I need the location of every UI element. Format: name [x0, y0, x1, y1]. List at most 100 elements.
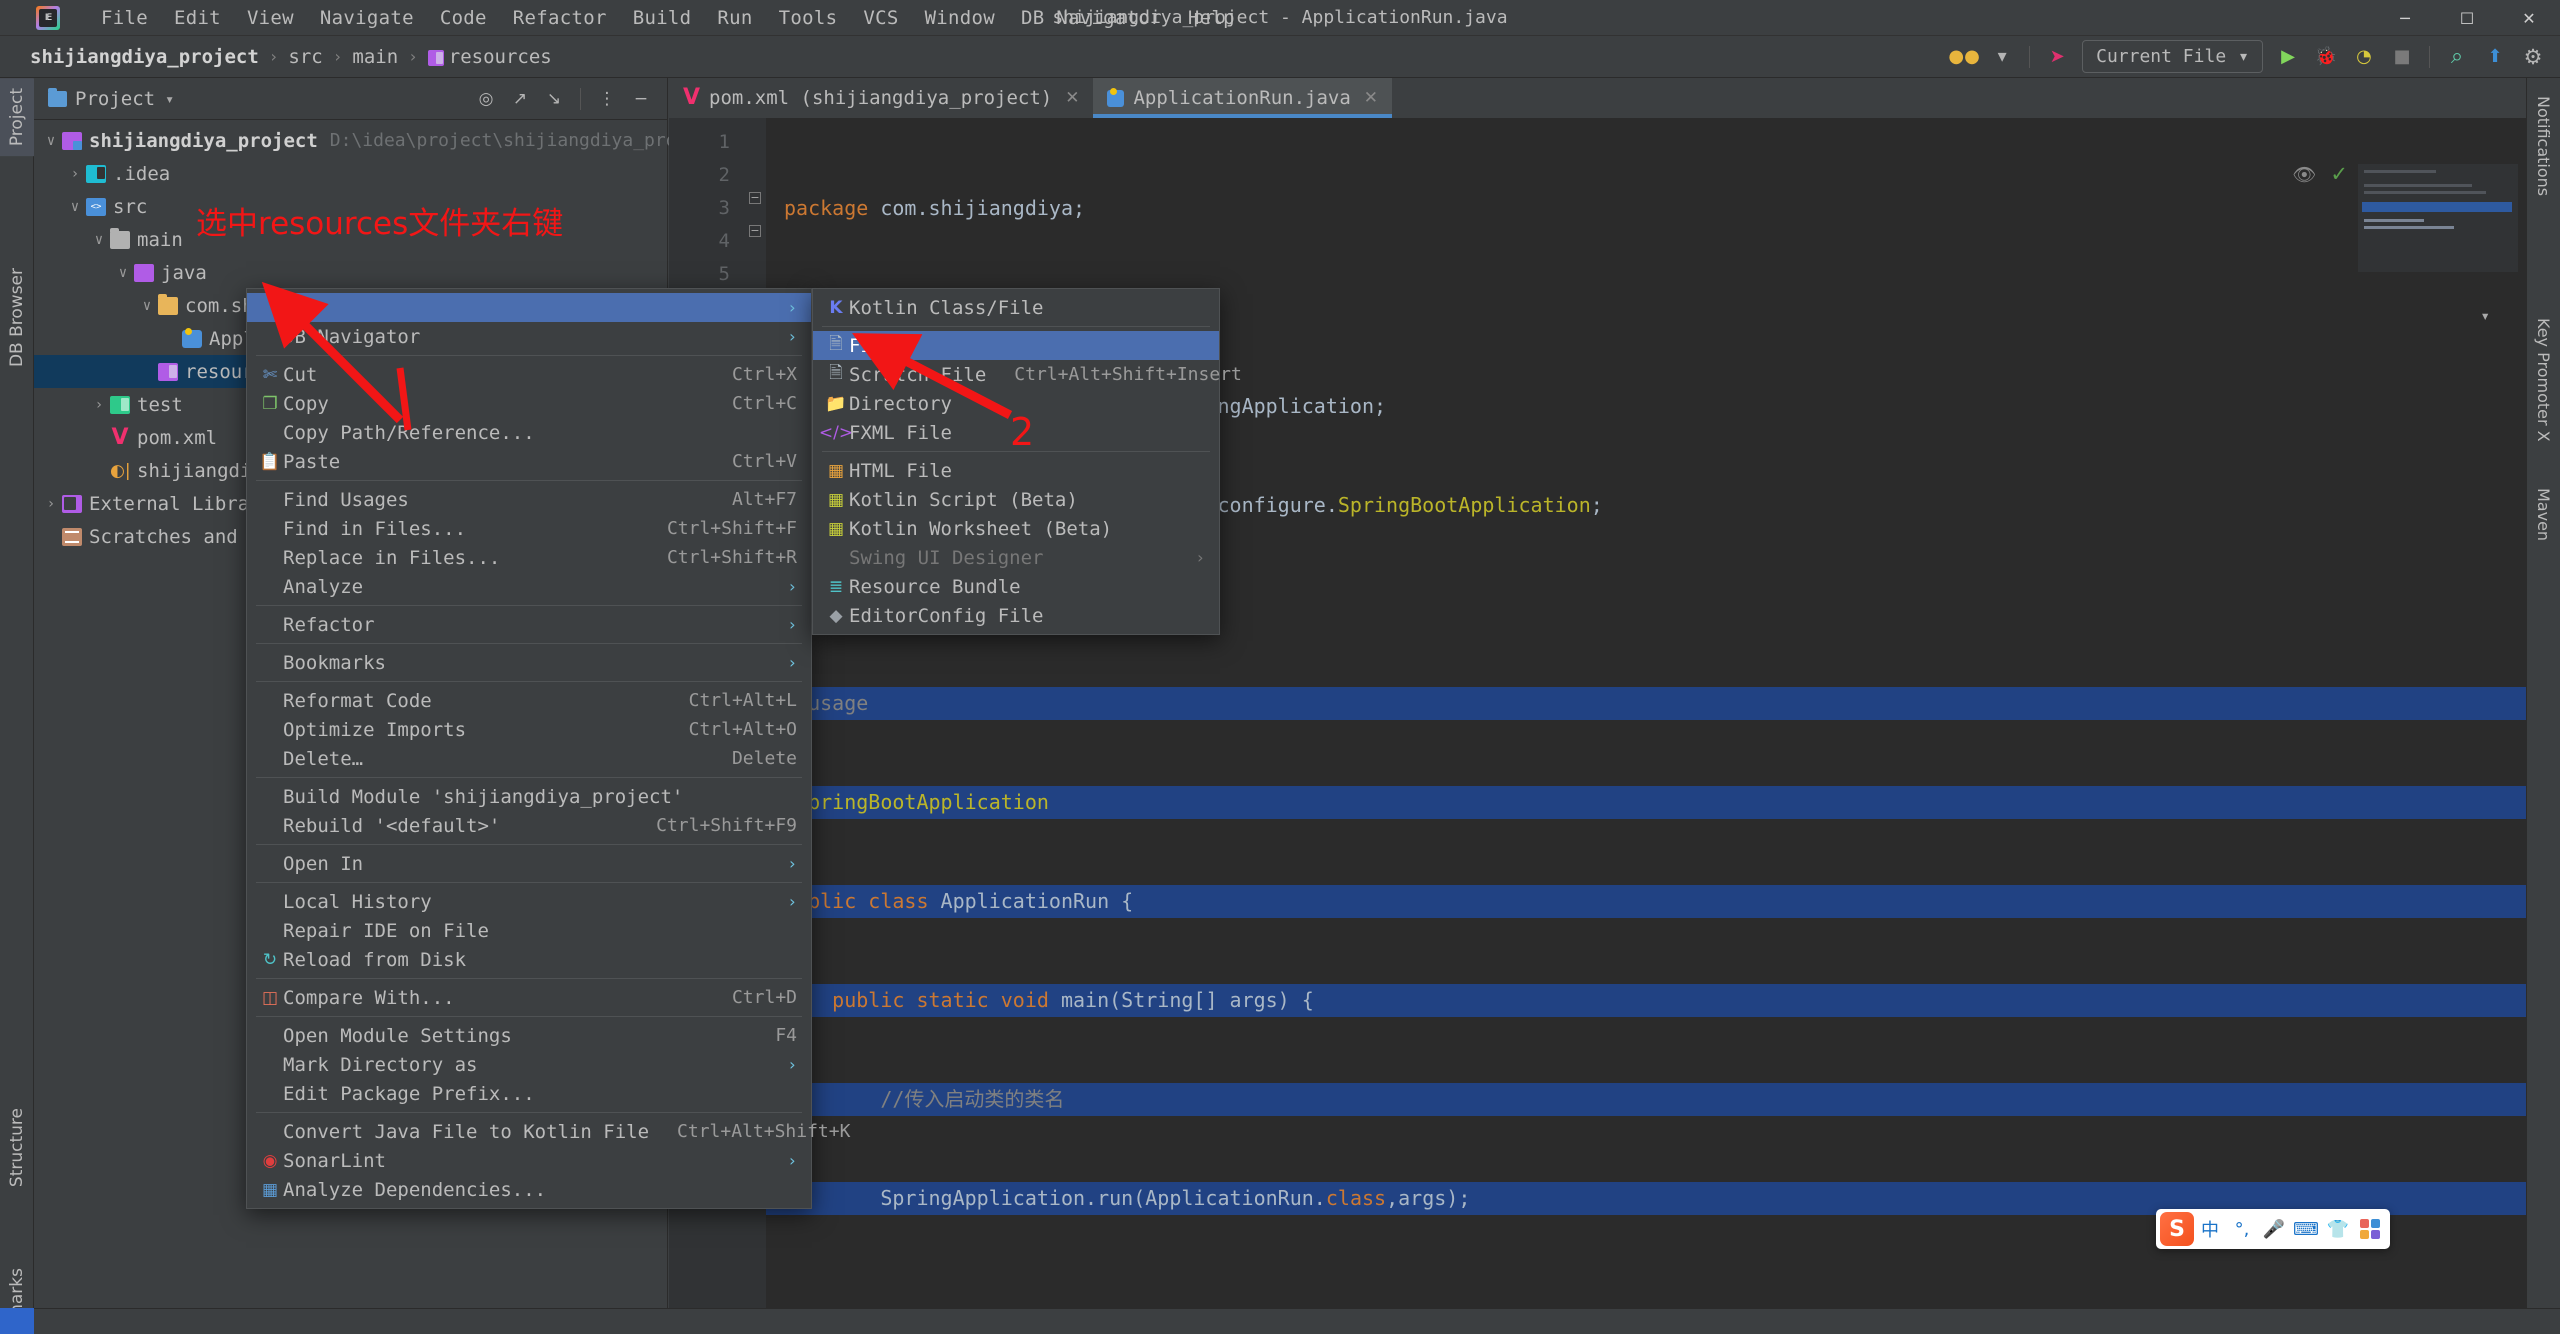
sidebar-item-key-promoter[interactable]: Key Promoter X	[2526, 308, 2560, 452]
menu-item-build-module[interactable]: Build Module 'shijiangdiya_project'	[247, 782, 811, 811]
menu-item-analyze[interactable]: Analyze ›	[247, 572, 811, 601]
menu-item-copy-path[interactable]: Copy Path/Reference...	[247, 418, 811, 447]
menu-item-local-history[interactable]: Local History ›	[247, 887, 811, 916]
skin-icon[interactable]: 👕	[2322, 1213, 2354, 1245]
menu-item-reload-from-disk[interactable]: ↻ Reload from Disk	[247, 945, 811, 974]
submenu-item-scratch-file[interactable]: 🗎 Scratch File Ctrl+Alt+Shift+Insert	[813, 360, 1242, 389]
sidebar-item-structure[interactable]: Structure	[0, 1098, 35, 1197]
editor-minimap[interactable]: ▾	[2356, 158, 2526, 1334]
menu-edit[interactable]: Edit	[161, 4, 234, 32]
menu-navigate[interactable]: Navigate	[307, 4, 427, 32]
context-menu[interactable]: New › DB Navigator › ✄ Cut Ctrl+X ❐ Copy…	[246, 288, 850, 1209]
menu-item-sonarlint[interactable]: ◉ SonarLint ›	[247, 1146, 811, 1175]
menu-item-refactor[interactable]: Refactor ›	[247, 610, 811, 639]
submenu-item-editorconfig-file[interactable]: ◆ EditorConfig File	[813, 601, 1219, 630]
expand-all-icon[interactable]: ↗	[504, 83, 536, 115]
menu-item-rebuild[interactable]: Rebuild '<default>' Ctrl+Shift+F9	[247, 811, 811, 840]
window-controls[interactable]: ─ ☐ ✕	[2374, 0, 2560, 36]
chevron-down-icon[interactable]: ▾	[2480, 306, 2490, 325]
twisty-icon[interactable]: ∨	[40, 133, 62, 149]
breadcrumb-main[interactable]: main	[344, 44, 406, 70]
apps-grid-icon[interactable]	[2354, 1213, 2386, 1245]
menu-file[interactable]: File	[88, 4, 161, 32]
breadcrumb[interactable]: shijiangdiya_project › src › main › reso…	[22, 44, 560, 70]
menu-item-copy[interactable]: ❐ Copy Ctrl+C	[247, 389, 811, 418]
menu-item-cut[interactable]: ✄ Cut Ctrl+X	[247, 360, 811, 389]
run-button[interactable]: ▶	[2269, 38, 2307, 76]
twisty-icon[interactable]: ∨	[88, 232, 110, 248]
menu-vcs[interactable]: VCS	[850, 4, 911, 32]
menu-item-analyze-dependencies[interactable]: ▦ Analyze Dependencies...	[247, 1175, 811, 1204]
chevron-down-icon[interactable]: ▾	[1983, 38, 2021, 76]
menu-item-paste[interactable]: 📋 Paste Ctrl+V	[247, 447, 811, 476]
menu-tools[interactable]: Tools	[766, 4, 851, 32]
menu-run[interactable]: Run	[704, 4, 765, 32]
tab-pom-xml[interactable]: V pom.xml (shijiangdiya_project) ✕	[669, 78, 1093, 118]
reader-mode-icon[interactable]: 👁	[2292, 163, 2316, 186]
menu-item-replace-in-files[interactable]: Replace in Files... Ctrl+Shift+R	[247, 543, 811, 572]
editor-tab-bar[interactable]: V pom.xml (shijiangdiya_project) ✕ Appli…	[669, 78, 2526, 118]
minimap-preview[interactable]	[2358, 164, 2518, 272]
menu-item-reformat-code[interactable]: Reformat Code Ctrl+Alt+L	[247, 686, 811, 715]
menu-item-delete[interactable]: Delete… Delete	[247, 744, 811, 773]
ime-mode-chinese[interactable]: 中	[2194, 1213, 2226, 1245]
twisty-icon[interactable]: ›	[64, 166, 86, 182]
menu-item-edit-package-prefix[interactable]: Edit Package Prefix...	[247, 1079, 811, 1108]
menu-item-find-in-files[interactable]: Find in Files... Ctrl+Shift+F	[247, 514, 811, 543]
toolbar-right[interactable]: ●● ▾ ➤ Current File ▾ ▶ 🐞 ◔ ■ ⌕ ⬆ ⚙	[1945, 38, 2560, 76]
menu-item-open-module-settings[interactable]: Open Module Settings F4	[247, 1021, 811, 1050]
breadcrumb-src[interactable]: src	[280, 44, 330, 70]
twisty-icon[interactable]: ›	[88, 397, 110, 413]
chevron-down-icon[interactable]: ▾	[165, 90, 174, 108]
editor-inspection-marks[interactable]: 👁 ✓	[2292, 162, 2348, 186]
sidebar-item-maven[interactable]: Maven	[2526, 478, 2560, 551]
menu-item-db-navigator[interactable]: DB Navigator ›	[247, 322, 811, 351]
tab-application-run-java[interactable]: ApplicationRun.java ✕	[1093, 78, 1393, 118]
menu-refactor[interactable]: Refactor	[500, 4, 620, 32]
keyboard-icon[interactable]: ⌨	[2290, 1213, 2322, 1245]
menu-item-mark-directory-as[interactable]: Mark Directory as ›	[247, 1050, 811, 1079]
coverage-button[interactable]: ◔	[2345, 38, 2383, 76]
sogou-logo-icon[interactable]: S	[2160, 1212, 2194, 1246]
locate-target-icon[interactable]: ◎	[470, 83, 502, 115]
sidebar-item-notifications[interactable]: Notifications	[2526, 86, 2560, 206]
sidebar-item-db-browser[interactable]: DB Browser	[0, 258, 35, 377]
submenu-item-kotlin-class-file[interactable]: K Kotlin Class/File	[813, 293, 1219, 322]
fold-icon[interactable]: −	[749, 192, 761, 204]
menu-item-find-usages[interactable]: Find Usages Alt+F7	[247, 485, 811, 514]
ime-punctuation-icon[interactable]: °,	[2226, 1213, 2258, 1245]
settings-icon[interactable]: ⚙	[2514, 38, 2552, 76]
menu-code[interactable]: Code	[427, 4, 500, 32]
stop-button[interactable]: ■	[2383, 38, 2421, 76]
inspections-ok-icon[interactable]: ✓	[2330, 162, 2348, 186]
submenu-item-kotlin-script[interactable]: ▦ Kotlin Script (Beta)	[813, 485, 1219, 514]
maximize-button[interactable]: ☐	[2436, 0, 2498, 36]
project-panel-actions[interactable]: ◎ ↗ ↘ ⋮ −	[470, 83, 657, 115]
run-configuration-selector[interactable]: Current File ▾	[2082, 40, 2263, 73]
menu-item-bookmarks[interactable]: Bookmarks ›	[247, 648, 811, 677]
collapse-all-icon[interactable]: ↘	[538, 83, 570, 115]
breadcrumb-project[interactable]: shijiangdiya_project	[22, 44, 267, 70]
breadcrumb-resources[interactable]: resources	[420, 44, 560, 70]
twisty-icon[interactable]: ∨	[64, 199, 86, 215]
share-icon[interactable]: ➤	[2038, 38, 2076, 76]
more-options-icon[interactable]: ⋮	[591, 83, 623, 115]
menu-build[interactable]: Build	[620, 4, 705, 32]
tree-row-idea[interactable]: › .idea	[34, 157, 667, 190]
submenu-item-file[interactable]: 🗎 File	[813, 331, 1219, 360]
twisty-icon[interactable]: ›	[40, 496, 62, 512]
menu-item-compare-with[interactable]: ◫ Compare With... Ctrl+D	[247, 983, 811, 1012]
fold-icon[interactable]: −	[749, 225, 761, 237]
twisty-icon[interactable]: ∨	[136, 298, 158, 314]
hide-panel-icon[interactable]: −	[625, 83, 657, 115]
close-button[interactable]: ✕	[2498, 0, 2560, 36]
menu-item-new[interactable]: New ›	[247, 293, 811, 322]
twisty-icon[interactable]: ∨	[112, 265, 134, 281]
menu-item-convert-java-to-kotlin[interactable]: Convert Java File to Kotlin File Ctrl+Al…	[247, 1117, 850, 1146]
sidebar-item-project[interactable]: Project	[0, 78, 35, 157]
search-icon[interactable]: ⌕	[2438, 38, 2476, 76]
menu-item-optimize-imports[interactable]: Optimize Imports Ctrl+Alt+O	[247, 715, 811, 744]
menu-item-open-in[interactable]: Open In ›	[247, 849, 811, 878]
tree-row-project[interactable]: ∨ shijiangdiya_project D:\idea\project\s…	[34, 124, 720, 157]
ime-toolbar[interactable]: S 中 °, 🎤 ⌨ 👕	[2156, 1209, 2390, 1249]
